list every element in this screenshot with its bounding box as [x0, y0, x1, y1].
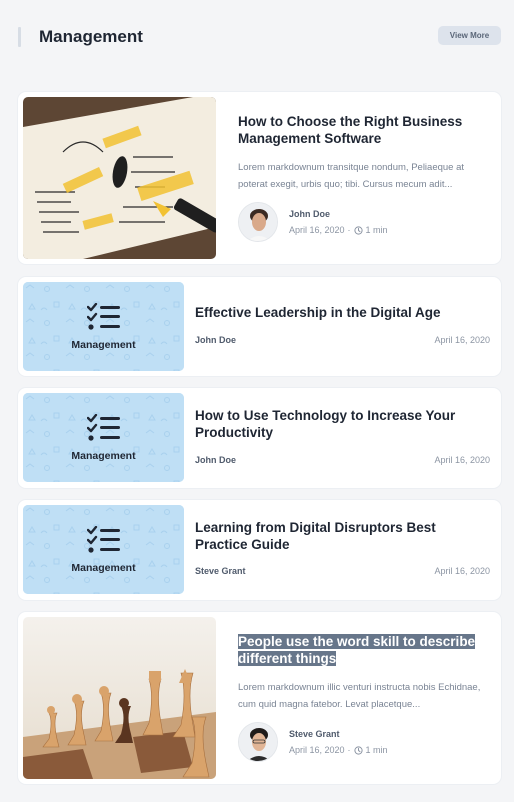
- category-thumbnail[interactable]: Management: [23, 282, 184, 371]
- post-excerpt: Lorem markdownum transitque nondum, Peli…: [238, 162, 465, 190]
- post-title[interactable]: People use the word skill to describe di…: [238, 633, 483, 667]
- category-thumbnail[interactable]: Management: [23, 505, 184, 594]
- clock-icon: [354, 226, 363, 235]
- post-card[interactable]: How to Choose the Right Business Managem…: [18, 92, 501, 264]
- post-card[interactable]: People use the word skill to describe di…: [18, 612, 501, 784]
- post-date: April 16, 2020: [434, 335, 490, 345]
- post-date: April 16, 2020: [434, 455, 490, 465]
- category-thumbnail[interactable]: Management: [23, 393, 184, 482]
- author-name[interactable]: Steve Grant: [289, 729, 340, 739]
- author-name[interactable]: John Doe: [289, 209, 330, 219]
- author-name[interactable]: Steve Grant: [195, 566, 246, 576]
- post-card[interactable]: Management Effective Leadership in the D…: [18, 277, 501, 376]
- read-time: 1 min: [365, 745, 388, 755]
- category-label: Management: [71, 339, 136, 351]
- author-avatar[interactable]: [238, 722, 278, 762]
- author-name[interactable]: John Doe: [195, 455, 236, 465]
- author-name[interactable]: John Doe: [195, 335, 236, 345]
- post-thumbnail-image[interactable]: [23, 97, 216, 259]
- post-title[interactable]: Learning from Digital Disruptors Best Pr…: [195, 519, 485, 553]
- meta-separator: ·: [347, 225, 351, 235]
- section-header: Management View More: [18, 26, 501, 48]
- post-date: April 16, 2020: [289, 745, 345, 755]
- highlighted-title-text[interactable]: People use the word skill to describe di…: [238, 634, 476, 666]
- post-card[interactable]: Management How to Use Technology to Incr…: [18, 388, 501, 488]
- post-card[interactable]: Management Learning from Digital Disrupt…: [18, 500, 501, 600]
- meta-separator: ·: [347, 745, 351, 755]
- post-thumbnail-image[interactable]: [23, 617, 216, 779]
- post-meta: April 16, 2020 · 1 min: [289, 745, 388, 755]
- checklist-icon: [87, 526, 121, 554]
- post-title[interactable]: Effective Leadership in the Digital Age: [195, 304, 485, 321]
- post-title[interactable]: How to Choose the Right Business Managem…: [238, 113, 483, 147]
- checklist-icon: [87, 414, 121, 442]
- section-title: Management: [39, 27, 143, 46]
- read-time: 1 min: [365, 225, 388, 235]
- view-more-button[interactable]: View More: [438, 26, 501, 45]
- post-title[interactable]: How to Use Technology to Increase Your P…: [195, 407, 485, 441]
- post-meta: April 16, 2020 · 1 min: [289, 225, 388, 235]
- post-excerpt: Lorem markdownum illic venturi instructa…: [238, 682, 481, 710]
- post-date: April 16, 2020: [289, 225, 345, 235]
- section-accent-bar: [18, 27, 21, 47]
- post-date: April 16, 2020: [434, 566, 490, 576]
- category-label: Management: [71, 450, 136, 462]
- author-avatar[interactable]: [238, 202, 278, 242]
- category-label: Management: [71, 562, 136, 574]
- checklist-icon: [87, 303, 121, 331]
- clock-icon: [354, 746, 363, 755]
